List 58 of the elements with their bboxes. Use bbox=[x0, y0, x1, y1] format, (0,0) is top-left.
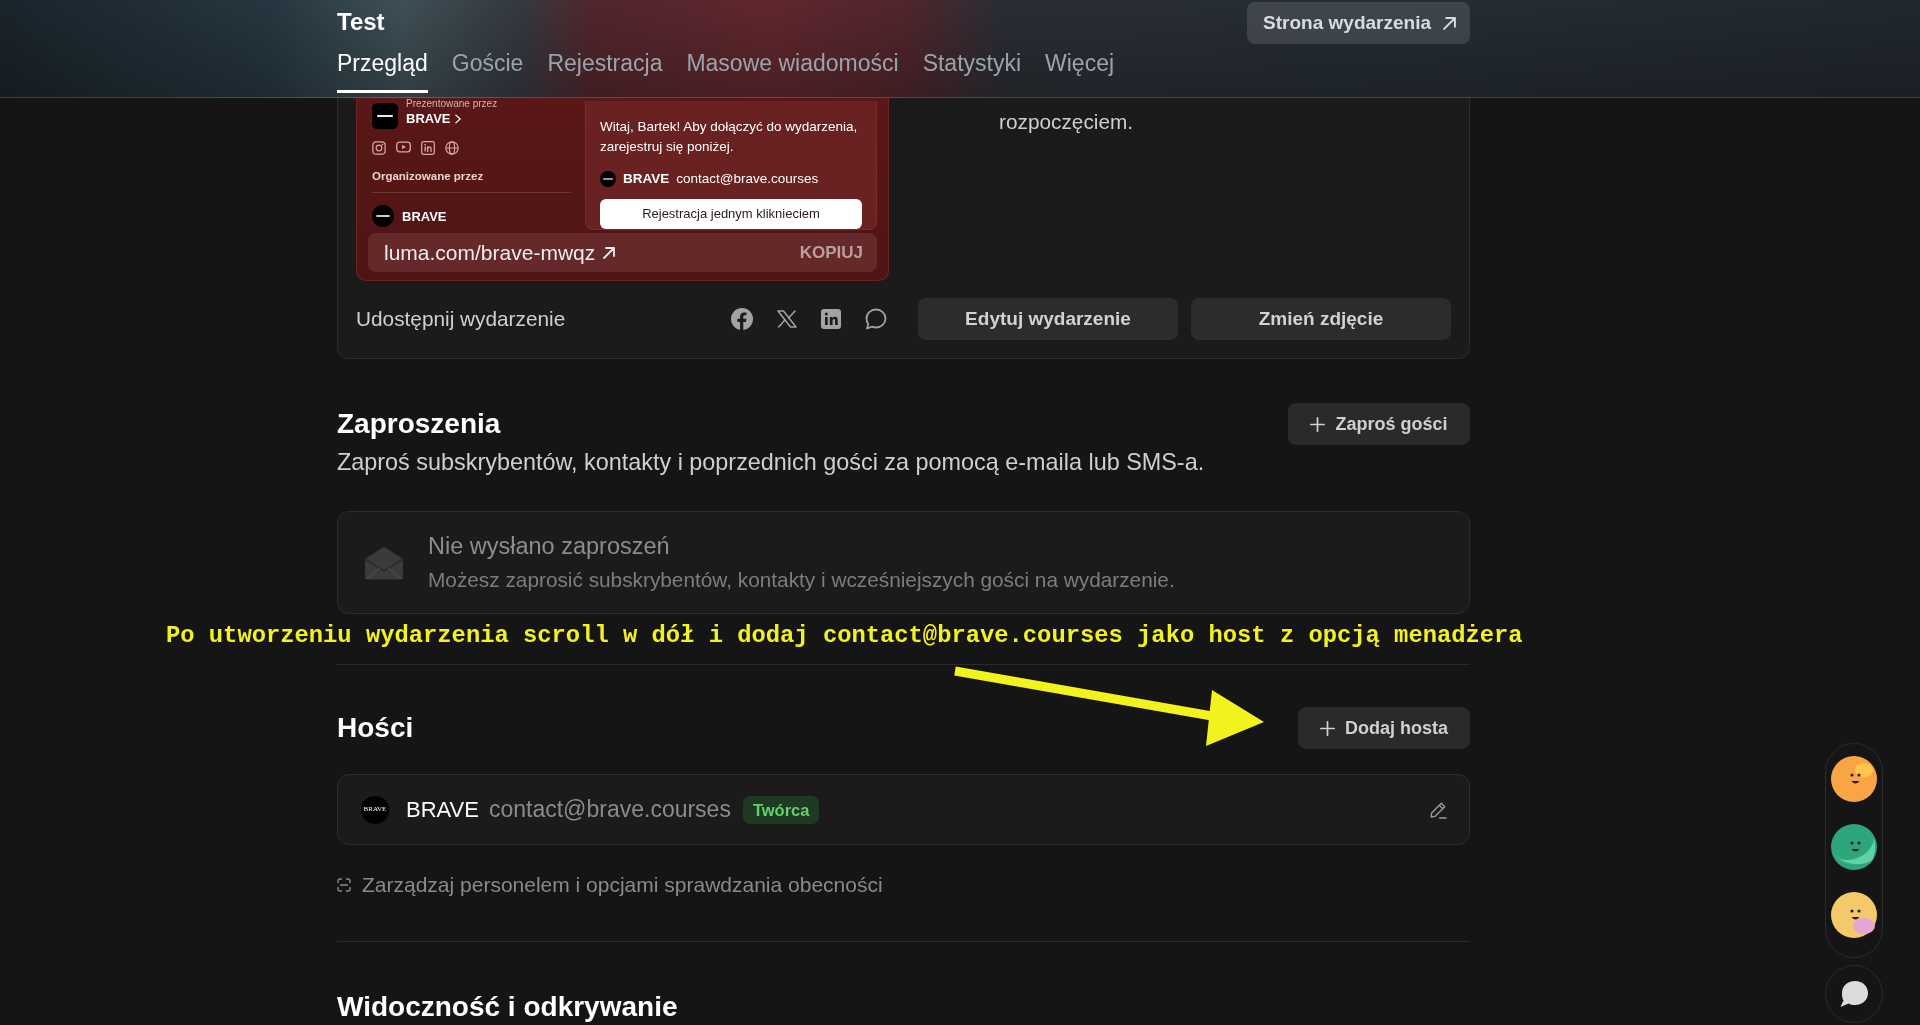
plus-icon bbox=[1320, 720, 1335, 736]
register-button[interactable]: Rejestracja jednym kliknieciem bbox=[600, 199, 862, 229]
presented-by-label: Prezentowane przez bbox=[406, 98, 498, 110]
tab[interactable]: Przegląd bbox=[337, 50, 428, 93]
host-email: contact@brave.courses bbox=[676, 170, 819, 188]
invite-guests-button[interactable]: Zaproś gości bbox=[1288, 403, 1470, 445]
organizer-name: BRAVE bbox=[402, 207, 447, 225]
event-link[interactable]: luma.com/brave-mwqz bbox=[384, 236, 596, 269]
empty-state-text: Możesz zaprosić subskrybentów, kontakty i wcześniejszych gości na wydarzenie. bbox=[428, 568, 1175, 592]
share-label: Udostępnij wydarzenie bbox=[356, 306, 566, 333]
chevron-right-icon bbox=[454, 113, 461, 124]
tab[interactable]: Goście bbox=[451, 50, 524, 93]
event-title: Test bbox=[337, 7, 385, 36]
tab[interactable]: Więcej bbox=[1045, 50, 1115, 93]
empty-state-title: Nie wysłano zaproszeń bbox=[428, 533, 671, 560]
logo-icon bbox=[372, 205, 394, 227]
organized-by-label: Organizowane przez bbox=[372, 169, 485, 183]
instagram-icon bbox=[372, 141, 386, 155]
envelope-icon bbox=[364, 545, 404, 580]
section-description: Zaproś subskrybentów, kontakty i poprzednich gości za pomocą e-maila lub SMS-a. bbox=[337, 449, 1206, 475]
host-email: contact@brave.courses bbox=[488, 795, 731, 825]
logo-icon bbox=[372, 103, 398, 129]
pencil-icon[interactable] bbox=[1429, 800, 1447, 819]
copy-button[interactable]: KOPIUJ bbox=[799, 239, 863, 266]
tab[interactable]: Rejestracja bbox=[547, 50, 663, 93]
globe-icon bbox=[445, 141, 459, 155]
x-logo-icon[interactable] bbox=[777, 310, 797, 328]
host-name: BRAVE bbox=[623, 170, 670, 188]
logo-icon bbox=[600, 171, 616, 187]
linkedin-icon[interactable] bbox=[821, 309, 841, 329]
section-title: Hości bbox=[337, 711, 414, 745]
change-photo-button[interactable]: Zmień zdjęcie bbox=[1191, 298, 1451, 340]
smiley-avatar-icon[interactable] bbox=[1831, 892, 1877, 938]
description-text: rozpoczęciem. bbox=[999, 109, 1134, 135]
scan-frame-icon bbox=[337, 878, 351, 892]
smiley-avatar-icon[interactable] bbox=[1831, 824, 1877, 870]
external-link-icon bbox=[603, 246, 616, 259]
smiley-avatar-icon[interactable] bbox=[1831, 756, 1877, 802]
external-link-icon bbox=[1443, 16, 1456, 30]
annotation-text: Po utworzeniu wydarzenia scroll w dół i dodaj contact@brave.courses jako host z opcją menadżera bbox=[166, 622, 1524, 649]
add-host-button[interactable]: Dodaj hosta bbox=[1298, 707, 1470, 749]
host-name: BRAVE bbox=[406, 796, 479, 824]
event-page-button[interactable]: Strona wydarzenia bbox=[1247, 2, 1470, 44]
plus-icon bbox=[1310, 416, 1326, 432]
tab[interactable]: Masowe wiadomości bbox=[686, 50, 899, 93]
presenter-name: BRAVE bbox=[406, 110, 451, 127]
youtube-icon bbox=[396, 141, 411, 153]
greeting-text: Witaj, Bartek! Aby dołączyć do wydarzenia, zarejestruj się poniżej. bbox=[600, 118, 859, 156]
section-title: Widoczność i odkrywanie bbox=[337, 990, 679, 1024]
manage-staff-link[interactable]: Zarządzaj personelem i opcjami sprawdzania obecności bbox=[362, 873, 883, 897]
facebook-icon[interactable] bbox=[731, 308, 753, 330]
chat-bubble-icon[interactable] bbox=[865, 308, 887, 330]
section-title: Zaproszenia bbox=[337, 407, 501, 441]
linkedin-icon bbox=[421, 141, 435, 155]
chat-bubble-icon bbox=[1839, 980, 1869, 1008]
edit-event-button[interactable]: Edytuj wydarzenie bbox=[918, 298, 1178, 340]
role-badge: Twórca bbox=[742, 795, 820, 824]
tab[interactable]: Statystyki bbox=[922, 50, 1022, 93]
